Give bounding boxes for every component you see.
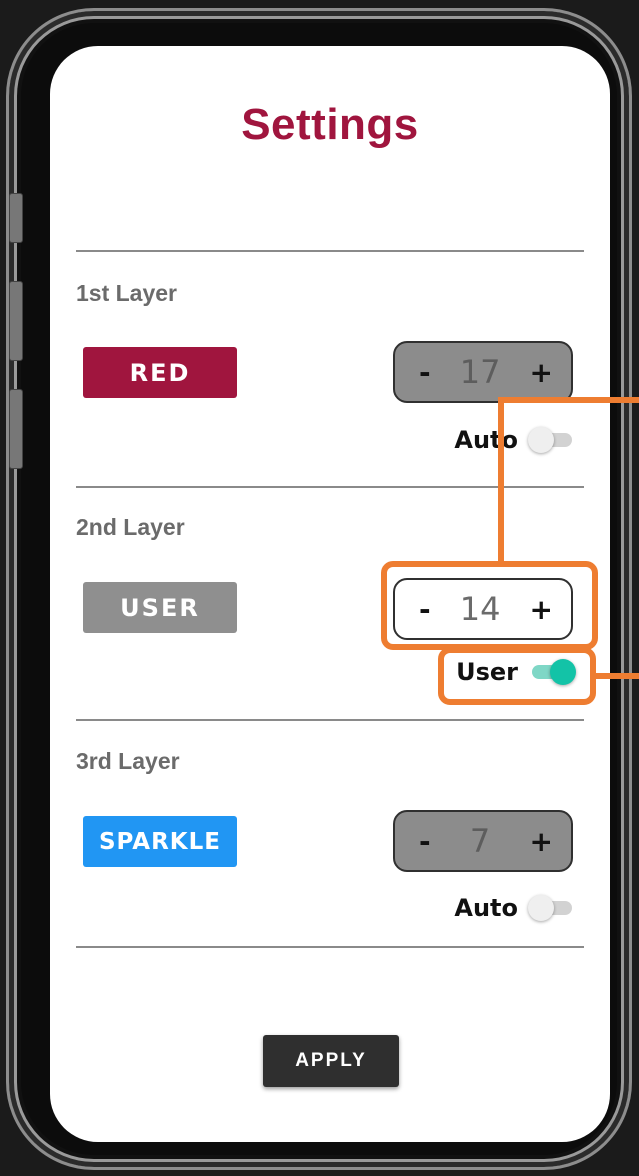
phone-side-button xyxy=(9,281,23,361)
layer-1-auto-row: Auto xyxy=(446,424,576,456)
stepper-highlight xyxy=(381,561,598,650)
toggle-highlight xyxy=(438,647,596,705)
layer-1-stepper: - 17 + xyxy=(393,341,573,403)
divider xyxy=(76,946,584,948)
layer-3-value: 7 xyxy=(469,822,491,860)
phone-side-button xyxy=(9,193,23,243)
layer-3-toggle-label: Auto xyxy=(454,894,518,922)
layer-1-decrement-button[interactable]: - xyxy=(419,356,431,389)
layer-3-label: 3rd Layer xyxy=(76,748,180,774)
layer-3-decrement-button[interactable]: - xyxy=(419,825,431,858)
layer-1-toggle-label: Auto xyxy=(454,426,518,454)
toggle-knob xyxy=(528,427,554,453)
callout-line xyxy=(498,397,639,403)
phone-side-button xyxy=(9,389,23,469)
divider xyxy=(76,719,584,721)
layer-3-auto-toggle[interactable] xyxy=(528,892,576,924)
layer-1-mode-button[interactable]: RED xyxy=(83,347,237,398)
callout-line xyxy=(594,673,639,679)
layer-1-auto-toggle[interactable] xyxy=(528,424,576,456)
layer-3-auto-row: Auto xyxy=(446,892,576,924)
layer-1-value: 17 xyxy=(459,353,501,391)
toggle-knob xyxy=(528,895,554,921)
layer-1-label: 1st Layer xyxy=(76,280,178,306)
apply-button[interactable]: APPLY xyxy=(263,1035,399,1087)
page-title: Settings xyxy=(241,100,419,149)
layer-3-mode-button[interactable]: SPARKLE xyxy=(83,816,237,867)
divider xyxy=(76,486,584,488)
callout-line xyxy=(498,397,504,563)
layer-3-stepper: - 7 + xyxy=(393,810,573,872)
layer-1-increment-button[interactable]: + xyxy=(530,356,553,389)
layer-3-increment-button[interactable]: + xyxy=(530,825,553,858)
divider xyxy=(76,250,584,252)
layer-2-label: 2nd Layer xyxy=(76,514,185,540)
layer-2-mode-button[interactable]: USER xyxy=(83,582,237,633)
